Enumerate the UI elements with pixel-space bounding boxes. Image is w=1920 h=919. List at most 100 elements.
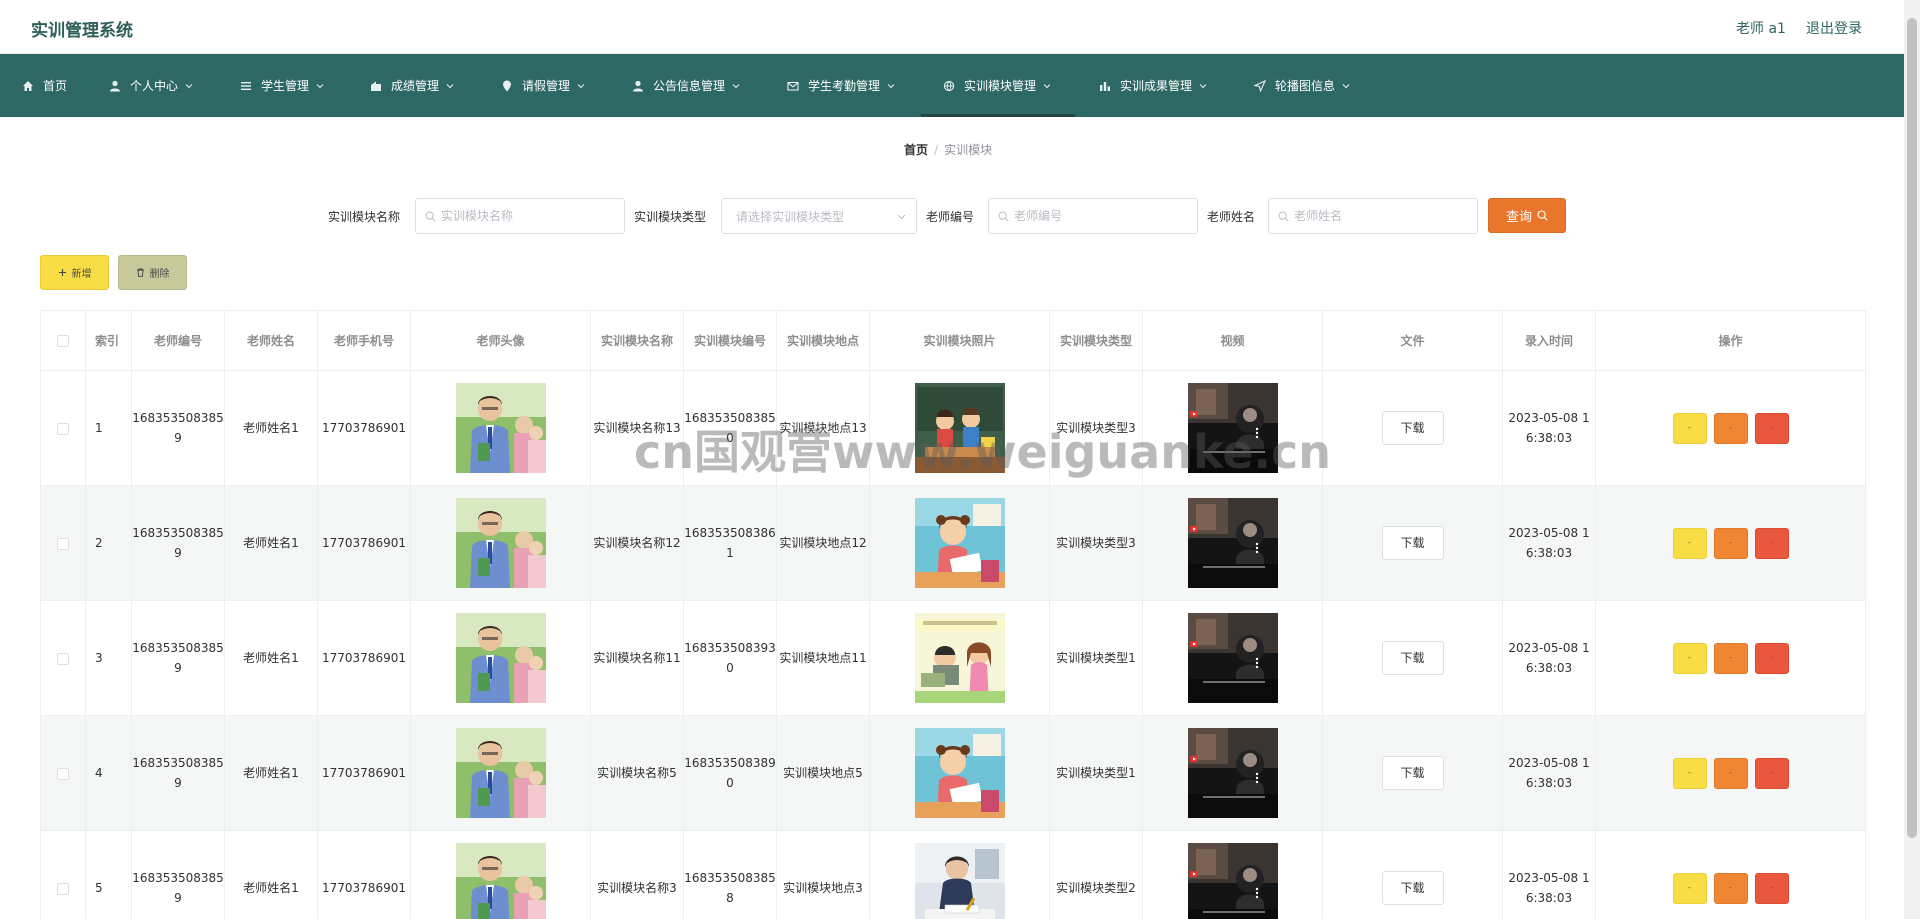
- view-button[interactable]: -: [1672, 872, 1707, 904]
- teacher-avatar-image[interactable]: [455, 728, 546, 818]
- nav-item-home[interactable]: 首页: [22, 54, 67, 117]
- delete-row-button[interactable]: -: [1754, 872, 1789, 904]
- table-row: 5 1683535083859 老师姓名1 17703786901 实训模块名称3 168…: [40, 830, 1866, 919]
- file-cell: 下载: [1322, 370, 1503, 486]
- column-header: 实训模块地点: [776, 310, 870, 371]
- row-checkbox[interactable]: [57, 422, 69, 435]
- teacher-no-cell: 1683535083859: [131, 830, 225, 919]
- module-type-cell: 实训模块类型3: [1049, 485, 1143, 601]
- top-header: 实训管理系统 老师 a1 退出登录: [0, 0, 1904, 54]
- view-button[interactable]: -: [1672, 527, 1707, 559]
- module-photo-image[interactable]: [914, 498, 1005, 588]
- teacher-avatar-image[interactable]: [455, 383, 546, 473]
- module-name-field[interactable]: [415, 198, 625, 234]
- row-checkbox[interactable]: [57, 767, 69, 780]
- video-player[interactable]: [1187, 383, 1278, 473]
- nav-item-grade-management[interactable]: 成绩管理: [370, 54, 454, 117]
- search-icon: [425, 211, 436, 222]
- view-button[interactable]: -: [1672, 757, 1707, 789]
- column-header: 老师头像: [410, 310, 591, 371]
- add-button[interactable]: 新增: [40, 255, 109, 290]
- select-cell: [40, 485, 86, 601]
- download-button[interactable]: 下载: [1381, 756, 1444, 790]
- row-checkbox[interactable]: [57, 652, 69, 665]
- select-all-checkbox[interactable]: [57, 335, 69, 347]
- teacher-name-input[interactable]: [1294, 209, 1444, 223]
- user-icon: [632, 80, 644, 92]
- teacher-no-input[interactable]: [1014, 209, 1164, 223]
- video-player[interactable]: [1187, 728, 1278, 818]
- select-cell: [40, 600, 86, 716]
- module-location-cell: 实训模块地点11: [776, 600, 870, 716]
- module-name-input[interactable]: [441, 209, 591, 223]
- delete-row-button[interactable]: -: [1754, 642, 1789, 674]
- column-header: 操作: [1595, 310, 1866, 371]
- view-button[interactable]: -: [1672, 642, 1707, 674]
- search-button[interactable]: 查询: [1488, 198, 1566, 233]
- module-type-select[interactable]: 请选择实训模块类型: [721, 198, 917, 234]
- module-photo-cell: [869, 485, 1050, 601]
- nav-item-module-management[interactable]: 实训模块管理: [943, 54, 1051, 117]
- column-header: 老师手机号: [317, 310, 411, 371]
- delete-row-button[interactable]: -: [1754, 412, 1789, 444]
- nav-item-personal-center[interactable]: 个人中心: [109, 54, 193, 117]
- nav-item-leave-management[interactable]: 请假管理: [501, 54, 585, 117]
- batch-delete-button[interactable]: 删除: [118, 255, 187, 290]
- teacher-avatar-cell: [410, 715, 591, 831]
- delete-button-label: 删除: [149, 269, 170, 280]
- edit-button[interactable]: -: [1713, 642, 1748, 674]
- download-button[interactable]: 下载: [1381, 526, 1444, 560]
- delete-row-button[interactable]: -: [1754, 527, 1789, 559]
- breadcrumb-home[interactable]: 首页: [904, 143, 928, 157]
- page-scrollbar[interactable]: [1904, 0, 1920, 919]
- teacher-phone-cell: 17703786901: [317, 600, 411, 716]
- edit-button[interactable]: -: [1713, 872, 1748, 904]
- module-photo-image[interactable]: [914, 843, 1005, 919]
- download-button[interactable]: 下载: [1381, 641, 1444, 675]
- breadcrumb-current: 实训模块: [944, 143, 993, 157]
- module-photo-image[interactable]: [914, 728, 1005, 818]
- table-body: 1 1683535083859 老师姓名1 17703786901 实训模块名称13 16…: [40, 370, 1866, 919]
- teacher-name-cell: 老师姓名1: [224, 485, 318, 601]
- edit-button[interactable]: -: [1713, 412, 1748, 444]
- teacher-avatar-image[interactable]: [455, 498, 546, 588]
- teacher-name-cell: 老师姓名1: [224, 715, 318, 831]
- actions-cell: ---: [1595, 370, 1866, 486]
- nav-label: 首页: [43, 79, 68, 93]
- nav-label: 学生管理: [261, 79, 310, 93]
- download-button[interactable]: 下载: [1381, 411, 1444, 445]
- logout-link[interactable]: 退出登录: [1806, 18, 1862, 38]
- current-user[interactable]: 老师 a1: [1736, 18, 1786, 38]
- actions-cell: ---: [1595, 830, 1866, 919]
- search-button-label: 查询: [1505, 210, 1532, 225]
- video-player[interactable]: [1187, 498, 1278, 588]
- breadcrumb: 首页 / 实训模块: [904, 141, 992, 158]
- module-location-cell: 实训模块地点13: [776, 370, 870, 486]
- nav-item-attendance-management[interactable]: 学生考勤管理: [787, 54, 895, 117]
- column-header: 老师姓名: [224, 310, 318, 371]
- video-player[interactable]: [1187, 843, 1278, 919]
- teacher-name-field[interactable]: [1268, 198, 1478, 234]
- scrollbar-thumb[interactable]: [1907, 18, 1917, 838]
- edit-button[interactable]: -: [1713, 527, 1748, 559]
- teacher-avatar-image[interactable]: [455, 613, 546, 703]
- nav-label: 成绩管理: [391, 79, 440, 93]
- chart-icon: [1099, 80, 1111, 92]
- view-button[interactable]: -: [1672, 412, 1707, 444]
- row-actions: ---: [1596, 527, 1865, 559]
- row-checkbox[interactable]: [57, 882, 69, 895]
- nav-item-achievement-management[interactable]: 实训成果管理: [1099, 54, 1207, 117]
- delete-row-button[interactable]: -: [1754, 757, 1789, 789]
- module-photo-image[interactable]: [914, 383, 1005, 473]
- ball-icon: [943, 80, 955, 92]
- edit-button[interactable]: -: [1713, 757, 1748, 789]
- download-button[interactable]: 下载: [1381, 871, 1444, 905]
- video-player[interactable]: [1187, 613, 1278, 703]
- nav-item-announcement-management[interactable]: 公告信息管理: [632, 54, 740, 117]
- teacher-avatar-image[interactable]: [455, 843, 546, 919]
- teacher-no-field[interactable]: [988, 198, 1198, 234]
- module-photo-image[interactable]: [914, 613, 1005, 703]
- nav-item-student-management[interactable]: 学生管理: [240, 54, 324, 117]
- nav-item-carousel-info[interactable]: 轮播图信息: [1254, 54, 1350, 117]
- row-checkbox[interactable]: [57, 537, 69, 550]
